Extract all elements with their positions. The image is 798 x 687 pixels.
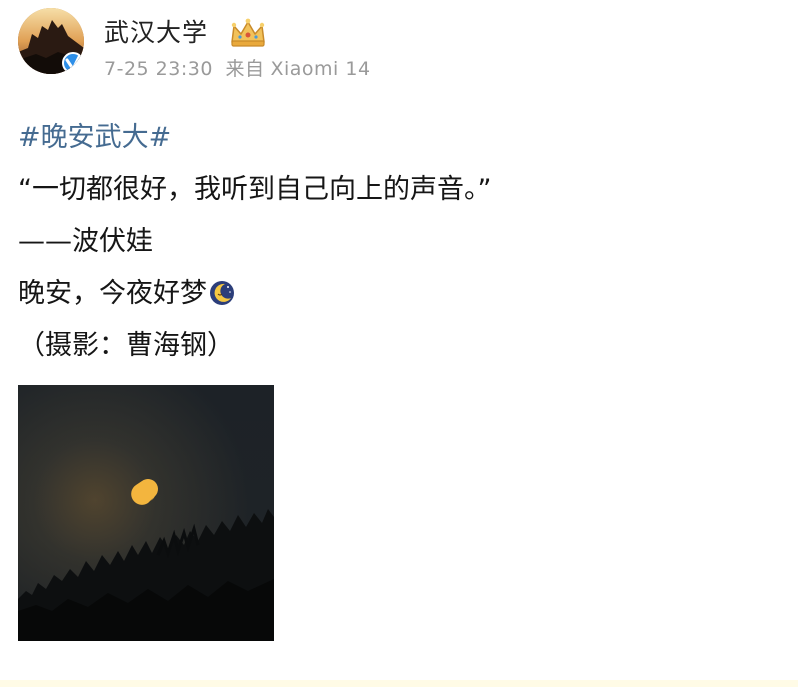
goodnight-line: 晚安，今夜好梦 <box>18 276 778 312</box>
post-source-prefix: 来自 <box>225 58 265 80</box>
weibo-post: 武汉大学 7-25 23:30 来自 Xiaomi 14 #晚安武大# “一切都很… <box>0 0 798 687</box>
post-time: 7-25 23:30 <box>104 58 213 80</box>
photo-credit: （摄影：曹海钢） <box>18 330 234 361</box>
quote-attribution: ——波伏娃 <box>18 226 153 257</box>
post-content: #晚安武大# “一切都很好，我听到自己向上的声音。” ——波伏娃 晚安，今夜好梦… <box>18 120 778 380</box>
post-device: Xiaomi 14 <box>270 58 371 80</box>
verified-badge-icon <box>62 52 84 74</box>
avatar[interactable] <box>18 8 84 74</box>
crown-badge-icon[interactable] <box>228 16 268 50</box>
post-header: 武汉大学 7-25 23:30 来自 Xiaomi 14 <box>18 8 778 80</box>
sleepy-moon-emoji-icon <box>209 280 235 306</box>
hashtag-link[interactable]: #晚安武大# <box>18 120 778 156</box>
quote-text: “一切都很好，我听到自己向上的声音。” <box>18 174 492 205</box>
post-meta: 7-25 23:30 来自 Xiaomi 14 <box>104 58 377 80</box>
author-name[interactable]: 武汉大学 <box>104 18 208 48</box>
post-image[interactable] <box>18 385 274 641</box>
night-moon-photo-icon <box>18 385 274 641</box>
goodnight-text: 晚安，今夜好梦 <box>18 278 207 309</box>
bottom-strip <box>0 680 798 687</box>
